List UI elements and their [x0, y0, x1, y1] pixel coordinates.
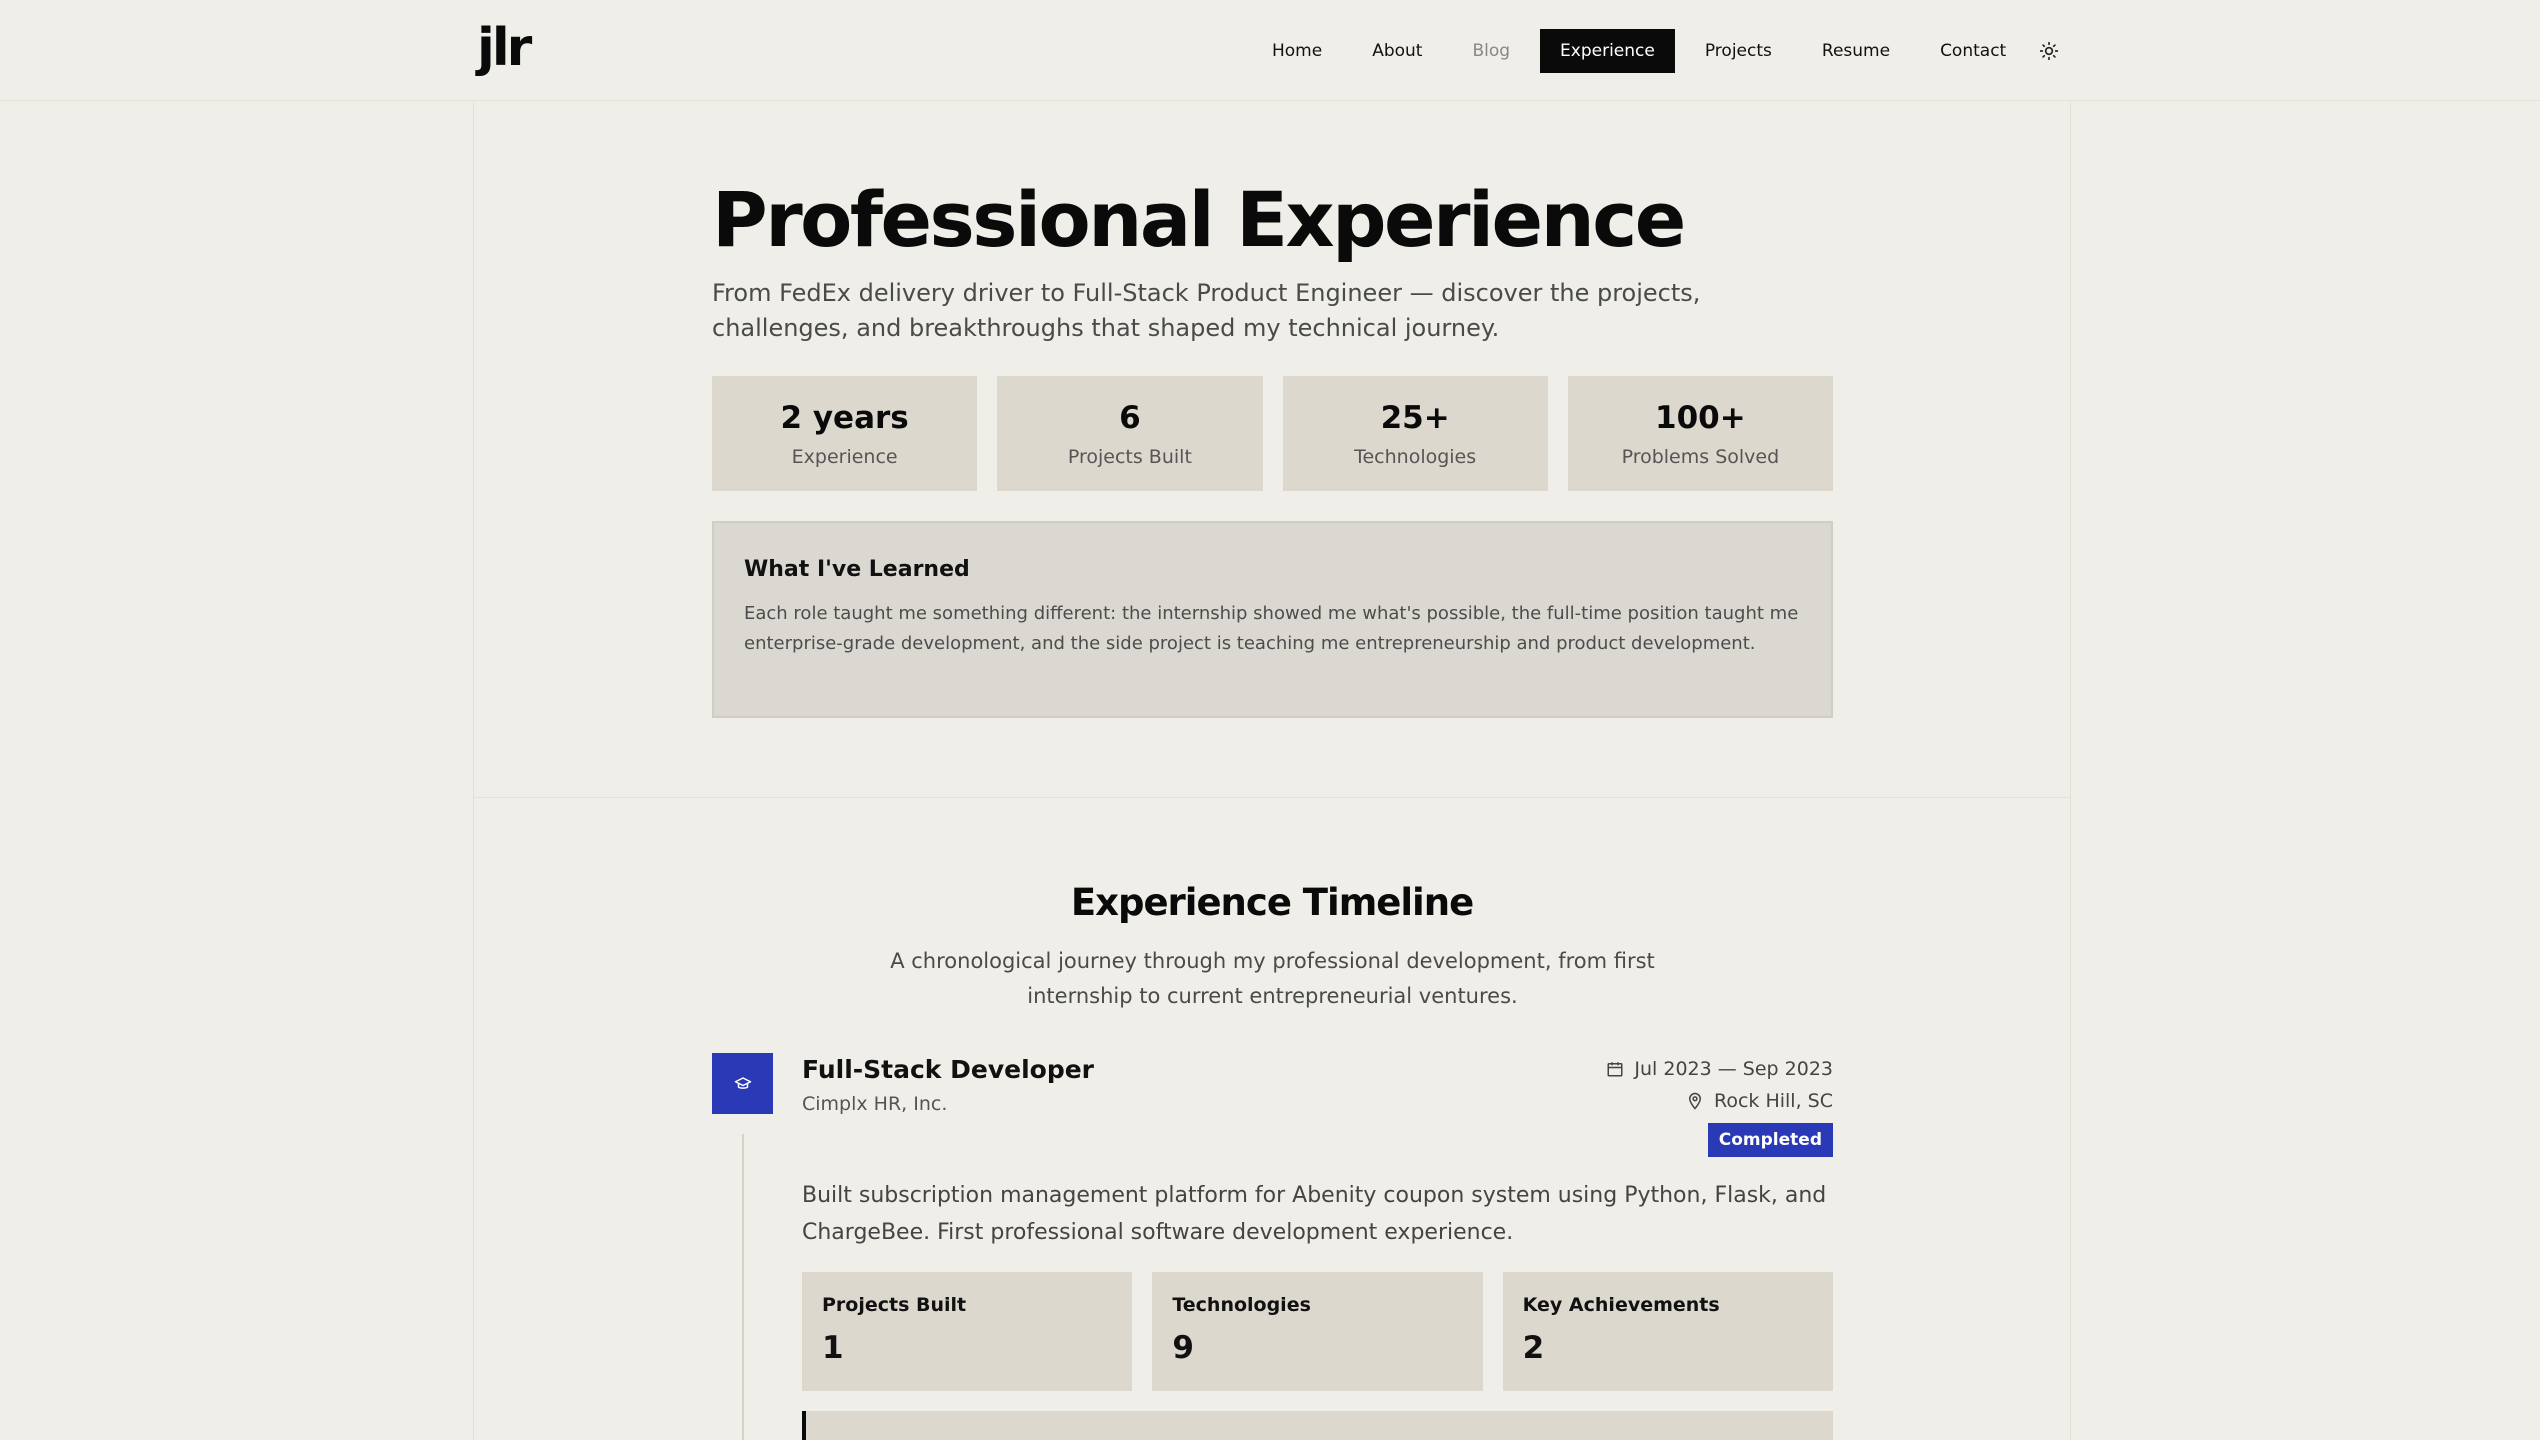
main-nav: Home About Blog Experience Projects Resu… — [1252, 29, 2036, 73]
sun-icon — [2039, 41, 2059, 61]
status-badge: Completed — [1707, 1123, 1833, 1157]
entry-location-row: Rock Hill, SC — [1606, 1085, 1833, 1117]
page-subtitle: From FedEx delivery driver to Full-Stack… — [712, 279, 1701, 342]
entry-meta: Jul 2023 — Sep 2023 Rock Hill, SC Comple… — [1606, 1053, 1833, 1157]
nav-experience[interactable]: Experience — [1540, 29, 1675, 73]
nav-contact[interactable]: Contact — [1920, 29, 2026, 73]
stat-card-projects: 6 Projects Built — [997, 376, 1263, 491]
learned-title: What I've Learned — [744, 557, 970, 582]
nav-projects[interactable]: Projects — [1685, 29, 1792, 73]
metric-value: 9 — [1172, 1330, 1194, 1366]
stats-row: 2 years Experience 6 Projects Built 25+ … — [712, 376, 1833, 491]
timeline-title: Experience Timeline — [1070, 881, 1474, 924]
entry-detail-block — [802, 1411, 1833, 1440]
stat-value: 2 years — [780, 399, 909, 436]
page-title: Professional Experience — [712, 175, 1686, 264]
metric-card-projects: Projects Built 1 — [802, 1272, 1133, 1391]
entry-location: Rock Hill, SC — [1714, 1090, 1833, 1112]
nav-resume[interactable]: Resume — [1802, 29, 1910, 73]
stat-value: 25+ — [1380, 399, 1450, 436]
stat-label: Technologies — [1354, 445, 1477, 468]
stat-label: Problems Solved — [1621, 445, 1780, 468]
page: jlr Home About Blog Experience Projects … — [0, 0, 2540, 1440]
site-logo[interactable]: jlr — [477, 12, 532, 84]
timeline-connector — [742, 1134, 744, 1440]
metric-label: Technologies — [1172, 1294, 1311, 1316]
graduation-cap-icon — [734, 1076, 751, 1089]
stat-value: 100+ — [1655, 399, 1746, 436]
calendar-icon — [1607, 1062, 1623, 1077]
section-divider — [473, 797, 2071, 798]
learned-body: Each role taught me something different:… — [744, 603, 1799, 654]
entry-dates-row: Jul 2023 — Sep 2023 — [1606, 1053, 1833, 1085]
stat-value: 6 — [1119, 399, 1141, 436]
entry-metrics: Projects Built 1 Technologies 9 Key Achi… — [802, 1272, 1833, 1391]
timeline-entry-badge — [712, 1053, 773, 1114]
metric-label: Key Achievements — [1522, 1294, 1720, 1316]
theme-toggle-button[interactable] — [2035, 37, 2063, 65]
stat-label: Experience — [791, 445, 898, 468]
top-navigation-bar: jlr Home About Blog Experience Projects … — [0, 0, 2540, 101]
nav-home[interactable]: Home — [1252, 29, 1342, 73]
metric-label: Projects Built — [822, 1294, 967, 1316]
timeline-subtitle: A chronological journey through my profe… — [890, 949, 1655, 1008]
metric-value: 2 — [1522, 1330, 1545, 1366]
metric-value: 1 — [822, 1330, 844, 1366]
stat-card-experience: 2 years Experience — [712, 376, 978, 491]
stat-card-technologies: 25+ Technologies — [1282, 376, 1548, 491]
entry-company: Cimplx HR, Inc. — [802, 1093, 948, 1115]
entry-description: Built subscription management platform f… — [802, 1183, 1827, 1245]
entry-role-title: Full-Stack Developer — [802, 1055, 1095, 1084]
nav-blog[interactable]: Blog — [1452, 29, 1530, 73]
content-border-left — [473, 101, 474, 1440]
learned-callout: What I've Learned Each role taught me so… — [712, 521, 1833, 718]
metric-card-achievements: Key Achievements 2 — [1502, 1272, 1833, 1391]
entry-dates: Jul 2023 — Sep 2023 — [1634, 1058, 1833, 1080]
metric-card-technologies: Technologies 9 — [1152, 1272, 1483, 1391]
stat-card-problems: 100+ Problems Solved — [1567, 376, 1833, 491]
map-pin-icon — [1688, 1092, 1702, 1110]
content-border-right — [2070, 101, 2071, 1440]
stat-label: Projects Built — [1067, 445, 1192, 468]
nav-about[interactable]: About — [1352, 29, 1442, 73]
